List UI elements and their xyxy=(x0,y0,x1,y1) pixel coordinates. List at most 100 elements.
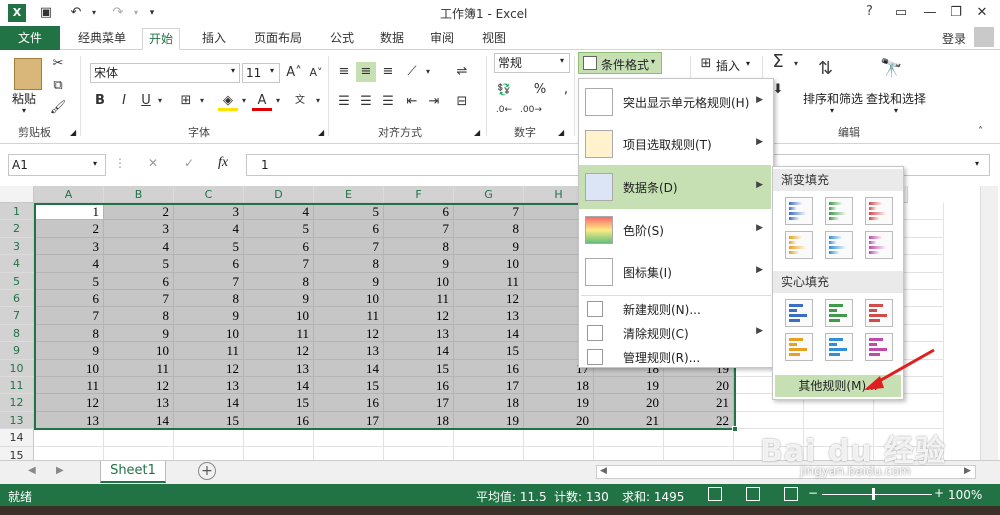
column-header-b[interactable]: B xyxy=(104,186,174,203)
cell[interactable]: 12 xyxy=(384,307,454,325)
merge-center-icon[interactable]: ⊟ xyxy=(452,92,472,112)
cell[interactable]: 13 xyxy=(174,377,244,395)
cell[interactable]: 15 xyxy=(244,394,314,412)
chevron-down-icon[interactable]: ▾ xyxy=(560,56,564,65)
cell[interactable]: 17 xyxy=(454,377,524,395)
cell[interactable]: 11 xyxy=(384,290,454,308)
scroll-left-icon[interactable]: ◀ xyxy=(600,466,607,476)
undo-icon[interactable]: ↶ xyxy=(66,3,86,23)
tab-page-layout[interactable]: 页面布局 xyxy=(248,28,308,50)
increase-indent-icon[interactable]: ⇥ xyxy=(424,92,444,112)
solid-data-bar-orange[interactable] xyxy=(785,333,813,361)
menu-item-highlight-rules[interactable]: 突出显示单元格规则(H) ▶ xyxy=(579,81,771,123)
fill-color-dropdown-icon[interactable]: ▾ xyxy=(234,91,254,111)
cell[interactable]: 12 xyxy=(454,290,524,308)
cell[interactable] xyxy=(524,429,594,447)
cell[interactable]: 10 xyxy=(454,255,524,273)
gradient-data-bar-green[interactable] xyxy=(825,197,853,225)
solid-data-bar-blue[interactable] xyxy=(785,299,813,327)
cell[interactable]: 5 xyxy=(244,220,314,238)
format-painter-icon[interactable]: 🖌 xyxy=(48,98,68,118)
collapse-ribbon-icon[interactable]: ˄ xyxy=(978,126,983,137)
next-sheet-icon[interactable]: ▶ xyxy=(56,465,64,476)
cell[interactable] xyxy=(664,429,734,447)
cell[interactable]: 12 xyxy=(104,377,174,395)
cell[interactable]: 13 xyxy=(454,307,524,325)
row-header-5[interactable]: 5 xyxy=(0,272,34,290)
cell[interactable]: 7 xyxy=(314,237,384,256)
cell[interactable]: 9 xyxy=(104,324,174,343)
insert-function-icon[interactable]: fx xyxy=(218,155,228,171)
save-icon[interactable]: ▣ xyxy=(36,3,56,23)
cell[interactable]: 1 xyxy=(34,203,104,221)
border-dropdown-icon[interactable]: ▾ xyxy=(192,91,212,111)
cell[interactable]: 18 xyxy=(384,411,454,430)
align-left-icon[interactable]: ☰ xyxy=(334,92,354,112)
sort-filter-icon[interactable]: ⇅ xyxy=(818,58,833,79)
cell[interactable]: 14 xyxy=(174,394,244,412)
sheet-tab-sheet1[interactable]: Sheet1 xyxy=(100,461,166,483)
cell[interactable]: 14 xyxy=(104,411,174,430)
clipboard-launcher-icon[interactable]: ◢ xyxy=(70,128,76,137)
align-middle-icon[interactable]: ≡ xyxy=(356,62,376,82)
cell[interactable]: 20 xyxy=(524,411,594,430)
menu-item-top-bottom-rules[interactable]: 项目选取规则(T) ▶ xyxy=(579,123,771,165)
select-all-corner[interactable] xyxy=(0,186,34,203)
cell[interactable]: 20 xyxy=(594,394,664,412)
cell[interactable]: 3 xyxy=(104,220,174,238)
solid-data-bar-green[interactable] xyxy=(825,299,853,327)
gradient-data-bar-orange[interactable] xyxy=(785,231,813,259)
cell[interactable]: 19 xyxy=(454,411,524,430)
solid-data-bar-light-blue[interactable] xyxy=(825,333,853,361)
expand-formula-icon[interactable]: ▾ xyxy=(975,159,979,168)
cell[interactable] xyxy=(384,429,454,447)
login-link[interactable]: 登录 xyxy=(942,30,966,47)
cell[interactable] xyxy=(314,429,384,447)
align-bottom-icon[interactable]: ≡ xyxy=(378,62,398,82)
gradient-data-bar-light-blue[interactable] xyxy=(825,231,853,259)
cell[interactable]: 7 xyxy=(174,272,244,290)
cell[interactable]: 5 xyxy=(34,272,104,290)
menu-item-data-bars[interactable]: 数据条(D) ▶ xyxy=(579,165,771,209)
cell[interactable]: 8 xyxy=(384,237,454,256)
percent-icon[interactable]: % xyxy=(530,80,550,100)
cell[interactable]: 5 xyxy=(314,203,384,221)
cell[interactable]: 10 xyxy=(314,290,384,308)
minimize-icon[interactable]: — xyxy=(920,3,940,23)
page-break-view-icon[interactable] xyxy=(784,487,798,501)
row-header-2[interactable]: 2 xyxy=(0,220,34,238)
row-header-10[interactable]: 10 xyxy=(0,359,34,377)
cell[interactable]: 10 xyxy=(244,307,314,325)
alignment-launcher-icon[interactable]: ◢ xyxy=(474,128,480,137)
decrease-decimal-icon[interactable]: .00→ xyxy=(520,100,542,120)
cell[interactable]: 4 xyxy=(174,220,244,238)
avatar[interactable] xyxy=(974,27,994,47)
cell[interactable]: 11 xyxy=(174,342,244,360)
chevron-down-icon[interactable]: ▾ xyxy=(830,106,834,115)
column-header-c[interactable]: C xyxy=(174,186,244,203)
cell[interactable]: 20 xyxy=(664,377,734,395)
chevron-down-icon[interactable]: ▾ xyxy=(231,66,235,75)
cell[interactable]: 4 xyxy=(244,203,314,221)
cell[interactable] xyxy=(34,429,104,447)
font-color-dropdown-icon[interactable]: ▾ xyxy=(268,91,288,111)
cell[interactable]: 8 xyxy=(34,324,104,343)
row-header-11[interactable]: 11 xyxy=(0,377,34,395)
grow-font-icon[interactable]: A˄ xyxy=(284,63,304,83)
cell[interactable]: 3 xyxy=(34,237,104,256)
cell[interactable]: 16 xyxy=(244,411,314,430)
underline-dropdown-icon[interactable]: ▾ xyxy=(150,91,170,111)
menu-item-clear-rules[interactable]: 清除规则(C) ▶ xyxy=(579,321,771,345)
row-header-4[interactable]: 4 xyxy=(0,255,34,273)
font-name-select[interactable]: 宋体 xyxy=(90,63,240,83)
tab-review[interactable]: 审阅 xyxy=(424,28,460,50)
cell[interactable]: 13 xyxy=(34,411,104,430)
close-icon[interactable]: ✕ xyxy=(972,3,992,23)
tab-file[interactable]: 文件 xyxy=(0,26,60,50)
cell[interactable]: 9 xyxy=(244,290,314,308)
cell[interactable]: 5 xyxy=(104,255,174,273)
column-header-e[interactable]: E xyxy=(314,186,384,203)
cell[interactable]: 7 xyxy=(244,255,314,273)
row-header-12[interactable]: 12 xyxy=(0,394,34,412)
shrink-font-icon[interactable]: A˅ xyxy=(306,63,326,83)
